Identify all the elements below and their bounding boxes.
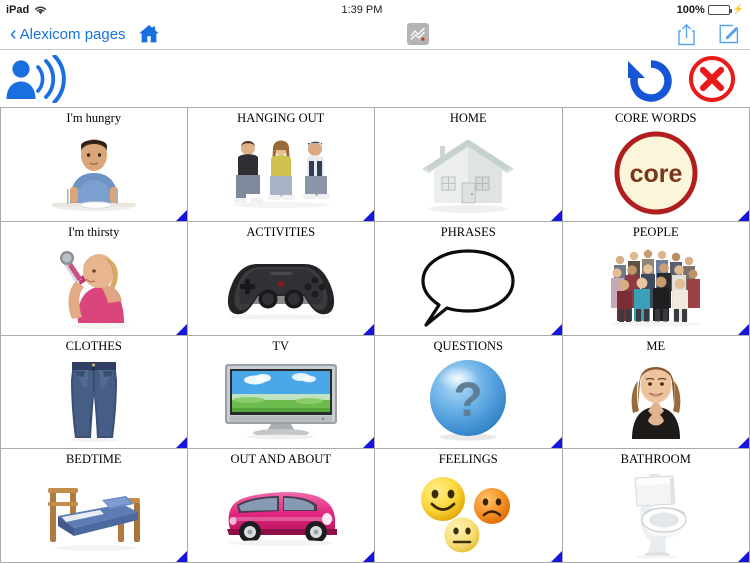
cell-label: TV bbox=[272, 338, 290, 353]
cell-label: PEOPLE bbox=[632, 224, 679, 239]
home-icon[interactable] bbox=[138, 24, 160, 44]
status-bar: iPad 1:39 PM 100% ⚡ bbox=[0, 0, 750, 19]
grid-cell-out-and-about[interactable]: OUT AND ABOUT bbox=[187, 449, 375, 563]
cell-label: ACTIVITIES bbox=[246, 224, 316, 239]
cell-label: I'm hungry bbox=[66, 111, 122, 125]
man-eating-at-table-photo bbox=[1, 125, 187, 221]
three-emoji-faces bbox=[375, 466, 562, 562]
speaker-person-icon[interactable] bbox=[4, 54, 68, 103]
cell-link-corner-icon bbox=[363, 551, 374, 562]
chevron-left-icon: ‹ bbox=[10, 23, 17, 45]
grid-cell-im-hungry[interactable]: I'm hungry bbox=[0, 108, 188, 222]
cell-label: HANGING OUT bbox=[237, 111, 325, 125]
cell-label: ME bbox=[646, 338, 666, 353]
cell-link-corner-icon bbox=[738, 437, 749, 449]
grid-cell-questions[interactable]: QUESTIONS ? bbox=[375, 335, 563, 450]
cell-label: CORE WORDS bbox=[615, 111, 697, 125]
action-row bbox=[0, 50, 750, 107]
speech-bubble-outline bbox=[375, 239, 562, 335]
woman-drinking-bottle-photo bbox=[1, 239, 187, 335]
back-button-label: Alexicom pages bbox=[19, 25, 126, 43]
three-teens-sitting-photo bbox=[188, 125, 375, 221]
grid-cell-me[interactable]: ME bbox=[562, 335, 750, 450]
grid-cell-bedtime[interactable]: BEDTIME bbox=[0, 449, 188, 563]
grid-cell-feelings[interactable]: FEELINGS bbox=[375, 449, 563, 563]
core-words-circle-badge: core bbox=[563, 125, 750, 221]
svg-text:?: ? bbox=[454, 374, 483, 427]
cell-label: PHRASES bbox=[440, 224, 496, 239]
toolbar-left-group: ‹ Alexicom pages bbox=[10, 24, 160, 44]
cell-link-corner-icon bbox=[550, 323, 562, 335]
grid-cell-phrases[interactable]: PHRASES bbox=[375, 221, 563, 336]
pink-car-photo bbox=[188, 466, 375, 562]
grid-cell-clothes[interactable]: CLOTHES bbox=[0, 335, 188, 450]
cell-link-corner-icon bbox=[175, 323, 187, 335]
house-illustration bbox=[375, 125, 562, 221]
grid-cell-tv[interactable]: TV bbox=[187, 335, 375, 450]
cell-label: FEELINGS bbox=[438, 452, 498, 467]
status-bar-left: iPad bbox=[6, 4, 47, 16]
clear-close-icon[interactable] bbox=[686, 54, 738, 104]
grid-cell-core-words[interactable]: CORE WORDS core bbox=[562, 108, 750, 222]
cell-link-corner-icon bbox=[175, 551, 187, 562]
toolbar-right-group bbox=[677, 23, 740, 46]
back-button[interactable]: ‹ Alexicom pages bbox=[10, 24, 126, 44]
share-icon[interactable] bbox=[677, 23, 696, 46]
crowd-of-people-photo bbox=[563, 239, 750, 335]
blue-jeans-photo bbox=[1, 353, 187, 449]
cell-label: HOME bbox=[449, 111, 487, 125]
chart-icon[interactable] bbox=[407, 23, 430, 45]
grid-cell-home[interactable]: HOME bbox=[375, 108, 563, 222]
cell-link-corner-icon bbox=[175, 209, 187, 221]
undo-icon[interactable] bbox=[624, 54, 678, 104]
cell-label: I'm thirsty bbox=[68, 224, 120, 239]
cell-link-corner-icon bbox=[550, 551, 562, 562]
blue-question-mark-orb: ? bbox=[375, 353, 562, 449]
flatscreen-television-photo bbox=[188, 353, 375, 449]
grid-cell-hanging-out[interactable]: HANGING OUT bbox=[187, 108, 375, 222]
wifi-icon bbox=[34, 5, 47, 15]
smiling-woman-photo bbox=[563, 353, 750, 449]
grid-cell-im-thirsty[interactable]: I'm thirsty bbox=[0, 221, 188, 336]
toilet-photo bbox=[563, 466, 750, 562]
cell-label: QUESTIONS bbox=[433, 338, 503, 353]
cell-link-corner-icon bbox=[550, 437, 562, 449]
status-bar-clock: 1:39 PM bbox=[341, 3, 383, 16]
cell-link-corner-icon bbox=[738, 209, 749, 221]
cell-link-corner-icon bbox=[363, 323, 374, 335]
cell-link-corner-icon bbox=[363, 209, 374, 221]
cell-label: BEDTIME bbox=[65, 452, 122, 467]
cell-link-corner-icon bbox=[738, 323, 749, 335]
compose-icon[interactable] bbox=[718, 23, 740, 45]
cell-link-corner-icon bbox=[738, 551, 749, 562]
cell-link-corner-icon bbox=[363, 437, 374, 449]
charging-bolt-icon: ⚡ bbox=[732, 4, 744, 14]
cell-label: BATHROOM bbox=[620, 452, 691, 467]
bed-photo bbox=[1, 466, 187, 562]
cell-link-corner-icon bbox=[550, 209, 562, 221]
battery-icon bbox=[707, 4, 732, 15]
svg-text:core: core bbox=[629, 160, 682, 188]
cell-label: OUT AND ABOUT bbox=[230, 452, 331, 467]
symbol-grid: I'm hungry HANGING OUT HOME CORE WORDS c… bbox=[0, 107, 750, 563]
status-bar-right: 100% ⚡ bbox=[677, 4, 744, 16]
grid-cell-bathroom[interactable]: BATHROOM bbox=[562, 449, 750, 563]
game-controller-photo bbox=[188, 239, 375, 335]
navigation-toolbar: ‹ Alexicom pages bbox=[0, 19, 750, 50]
device-name-label: iPad bbox=[6, 3, 30, 16]
cell-label: CLOTHES bbox=[65, 338, 122, 353]
cell-link-corner-icon bbox=[175, 437, 187, 449]
battery-percent-label: 100% bbox=[676, 3, 705, 16]
toolbar-center-group bbox=[160, 23, 677, 45]
grid-cell-activities[interactable]: ACTIVITIES bbox=[187, 221, 375, 336]
grid-cell-people[interactable]: PEOPLE bbox=[562, 221, 750, 336]
action-row-right-group bbox=[624, 54, 738, 104]
